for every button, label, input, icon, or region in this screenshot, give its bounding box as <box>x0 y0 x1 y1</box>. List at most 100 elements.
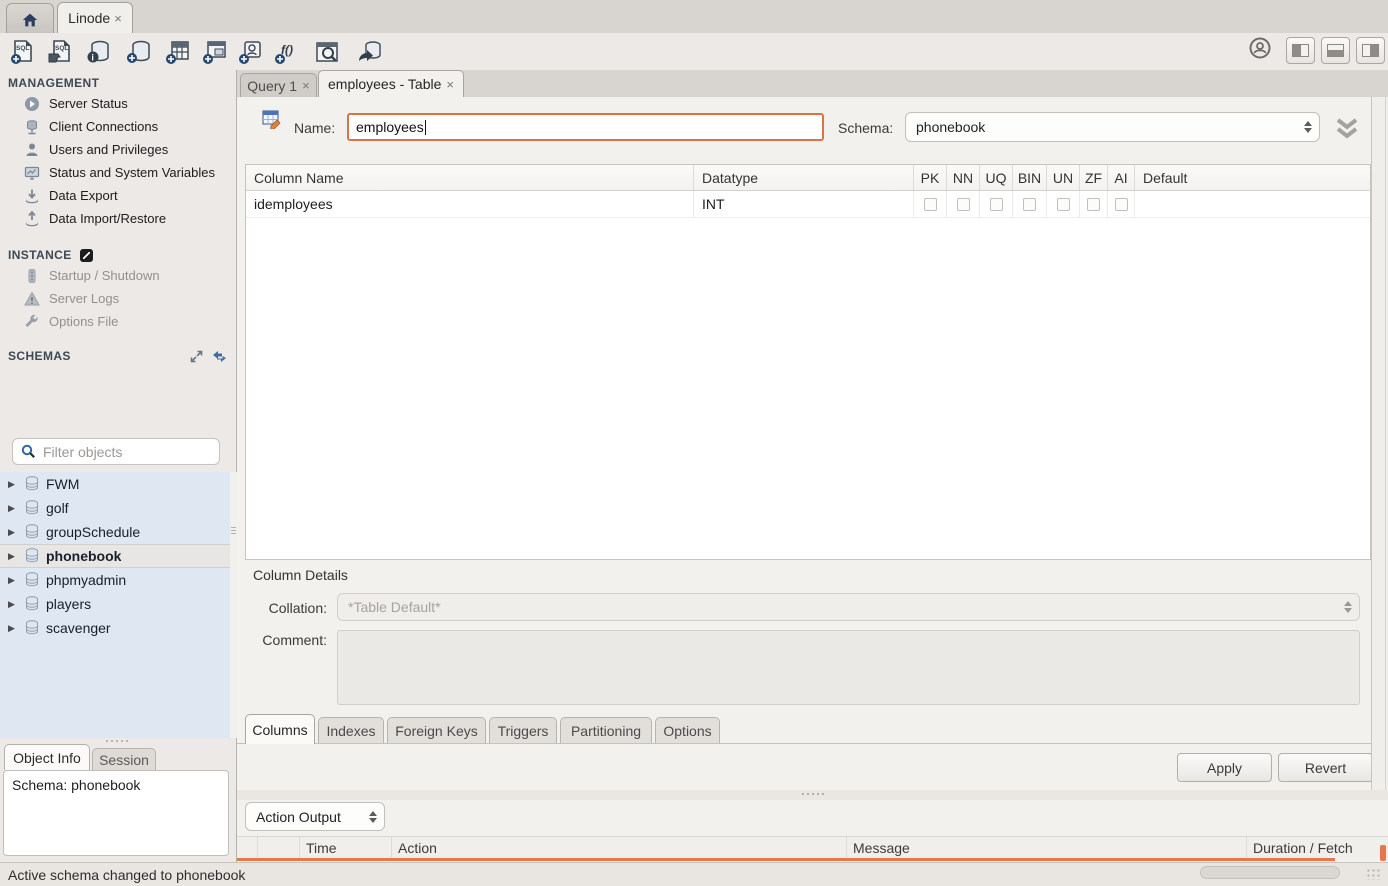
connection-tab[interactable]: Linode × <box>57 2 133 33</box>
create-table-button[interactable] <box>163 37 193 67</box>
column-header[interactable]: AI <box>1108 165 1135 190</box>
sidebar-item-data-import[interactable]: Data Import/Restore <box>0 207 236 230</box>
column-header[interactable]: NN <box>947 165 980 190</box>
collation-select[interactable]: *Table Default* <box>337 593 1360 621</box>
column-header[interactable]: BIN <box>1013 165 1047 190</box>
column-header[interactable]: Column Name <box>246 165 694 190</box>
mysql-workbench-window: Linode × SQL SQL i <box>0 0 1388 886</box>
expander-icon[interactable]: ▶ <box>8 527 18 538</box>
object-info-content: Schema: phonebook <box>3 770 229 856</box>
toggle-bottom-panel-button[interactable] <box>1321 37 1350 64</box>
column-header[interactable]: UN <box>1047 165 1080 190</box>
subtab-foreign-keys[interactable]: Foreign Keys <box>387 717 486 743</box>
search-table-data-button[interactable] <box>312 37 342 67</box>
nn-checkbox[interactable] <box>957 198 970 211</box>
connection-status-button[interactable] <box>1248 36 1272 66</box>
sidebar-item-server-logs[interactable]: Server Logs <box>0 287 236 310</box>
subtab-columns[interactable]: Columns <box>245 714 315 744</box>
column-header[interactable]: Datatype <box>694 165 914 190</box>
zf-checkbox[interactable] <box>1087 198 1100 211</box>
cell-datatype[interactable]: INT <box>694 191 914 217</box>
toggle-left-panel-button[interactable] <box>1286 37 1315 64</box>
pk-checkbox[interactable] <box>924 198 937 211</box>
scrollbar-thumb[interactable] <box>1380 845 1386 861</box>
tab-employees-table[interactable]: employees - Table × <box>318 70 464 97</box>
schema-name: phonebook <box>46 548 121 564</box>
comment-textarea[interactable] <box>337 630 1360 705</box>
schema-row-phpmyadmin[interactable]: ▶ phpmyadmin <box>0 568 230 592</box>
column-header-time[interactable]: Time <box>299 837 391 858</box>
expand-header-chevron-icon[interactable] <box>1334 118 1360 140</box>
column-header[interactable]: Default <box>1135 165 1370 190</box>
splitter-handle[interactable] <box>802 793 828 797</box>
column-header-message[interactable]: Message <box>846 837 1246 858</box>
panel-splitter-handle[interactable] <box>106 740 130 744</box>
create-procedure-button[interactable] <box>236 37 266 67</box>
subtab-triggers[interactable]: Triggers <box>489 717 557 743</box>
horizontal-scrollbar-thumb[interactable] <box>1200 866 1340 879</box>
home-tab[interactable] <box>6 3 54 33</box>
cell-column-name[interactable]: idemployees <box>246 191 694 217</box>
output-selector[interactable]: Action Output <box>245 802 385 831</box>
column-header[interactable]: UQ <box>980 165 1013 190</box>
schema-row-golf[interactable]: ▶ golf <box>0 496 230 520</box>
schema-row-players[interactable]: ▶ players <box>0 592 230 616</box>
table-row[interactable]: idemployees INT <box>246 191 1370 218</box>
create-view-button[interactable] <box>200 37 230 67</box>
column-header[interactable]: ZF <box>1080 165 1108 190</box>
subtab-indexes[interactable]: Indexes <box>318 717 384 743</box>
create-schema-button[interactable] <box>124 37 154 67</box>
sidebar-splitter-handle[interactable] <box>231 522 236 538</box>
editor-scrollbar-gutter[interactable] <box>1371 97 1388 790</box>
create-function-button[interactable]: f() <box>272 37 302 67</box>
apply-button[interactable]: Apply <box>1177 753 1272 782</box>
refresh-schemas-icon[interactable] <box>212 350 227 363</box>
sidebar-item-client-connections[interactable]: Client Connections <box>0 115 236 138</box>
close-icon[interactable]: × <box>302 78 310 93</box>
sidebar-item-data-export[interactable]: Data Export <box>0 184 236 207</box>
subtab-options[interactable]: Options <box>655 717 720 743</box>
subtab-partitioning[interactable]: Partitioning <box>560 717 652 743</box>
sidebar-item-options-file[interactable]: Options File <box>0 310 236 333</box>
sidebar-item-label: Server Status <box>49 96 128 111</box>
sidebar-item-server-status[interactable]: Server Status <box>0 92 236 115</box>
expander-icon[interactable]: ▶ <box>8 551 18 562</box>
sidebar-item-system-variables[interactable]: Status and System Variables <box>0 161 236 184</box>
resize-grip[interactable] <box>1366 868 1380 880</box>
column-header-duration[interactable]: Duration / Fetch <box>1246 837 1388 858</box>
data-transfer-wizard-button[interactable] <box>354 37 384 67</box>
schema-row-phonebook[interactable]: ▶ phonebook <box>0 544 230 568</box>
column-header-action[interactable]: Action <box>391 837 846 858</box>
tab-object-info[interactable]: Object Info <box>4 744 90 770</box>
column-header[interactable]: PK <box>914 165 947 190</box>
tab-query-1[interactable]: Query 1 × <box>240 73 317 97</box>
close-icon[interactable]: × <box>446 77 454 92</box>
expander-icon[interactable]: ▶ <box>8 623 18 634</box>
schema-row-groupschedule[interactable]: ▶ groupSchedule <box>0 520 230 544</box>
bin-checkbox[interactable] <box>1023 198 1036 211</box>
schema-filter-input[interactable]: Filter objects <box>12 438 220 465</box>
toggle-right-panel-button[interactable] <box>1356 37 1385 64</box>
expander-icon[interactable]: ▶ <box>8 599 18 610</box>
un-checkbox[interactable] <box>1057 198 1070 211</box>
schema-row-fwm[interactable]: ▶ FWM <box>0 472 230 496</box>
expand-schemas-icon[interactable] <box>190 350 203 363</box>
sidebar-item-startup-shutdown[interactable]: Startup / Shutdown <box>0 264 236 287</box>
expander-icon[interactable]: ▶ <box>8 575 18 586</box>
revert-button[interactable]: Revert <box>1278 753 1373 782</box>
output-splitter[interactable] <box>237 790 1388 800</box>
tab-session[interactable]: Session <box>92 748 156 770</box>
cell-default[interactable] <box>1135 191 1370 217</box>
ai-checkbox[interactable] <box>1115 198 1128 211</box>
uq-checkbox[interactable] <box>990 198 1003 211</box>
table-name-input[interactable]: employees <box>347 113 824 141</box>
close-icon[interactable]: × <box>114 11 122 26</box>
schema-select[interactable]: phonebook <box>905 112 1320 142</box>
schema-row-scavenger[interactable]: ▶ scavenger <box>0 616 230 640</box>
schema-inspector-button[interactable]: i <box>84 37 114 67</box>
open-sql-script-button[interactable]: SQL <box>45 37 75 67</box>
sidebar-item-users-privileges[interactable]: Users and Privileges <box>0 138 236 161</box>
expander-icon[interactable]: ▶ <box>8 503 18 514</box>
new-query-tab-button[interactable]: SQL <box>8 37 38 67</box>
expander-icon[interactable]: ▶ <box>8 479 18 490</box>
